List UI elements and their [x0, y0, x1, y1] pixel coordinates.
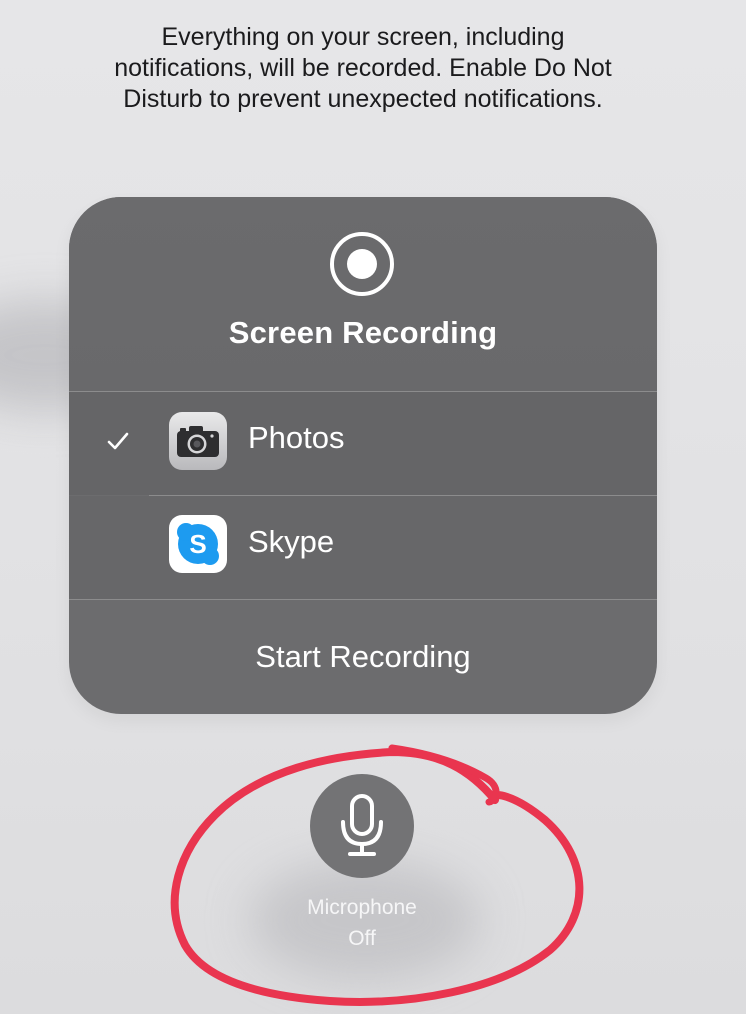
- destination-row-skype[interactable]: S Skype: [69, 496, 657, 599]
- svg-text:S: S: [189, 529, 206, 559]
- start-recording-button[interactable]: Start Recording: [69, 600, 657, 714]
- recording-notice: Everything on your screen, including not…: [60, 22, 666, 115]
- panel-header: Screen Recording: [69, 197, 657, 391]
- checkmark-icon: [107, 432, 129, 450]
- microphone-toggle-button[interactable]: [310, 774, 414, 878]
- photos-camera-icon: [169, 412, 227, 470]
- panel-title: Screen Recording: [228, 315, 498, 350]
- skype-icon: S: [169, 515, 227, 573]
- record-icon: [330, 232, 394, 296]
- microphone-label: Microphone: [307, 896, 417, 919]
- notice-line-2: notifications, will be recorded. Enable …: [114, 54, 612, 82]
- destination-label-photos: Photos: [248, 420, 345, 455]
- microphone-icon: [341, 794, 383, 856]
- microphone-state: Off: [348, 927, 376, 950]
- notice-line-1: Everything on your screen, including: [161, 23, 565, 51]
- destination-row-photos[interactable]: Photos: [69, 392, 657, 495]
- notice-line-3: Disturb to prevent unexpected notificati…: [123, 85, 603, 113]
- destination-label-skype: Skype: [248, 524, 335, 559]
- screen-recording-panel: Screen Recording Photos S Skype Start Re…: [69, 197, 657, 714]
